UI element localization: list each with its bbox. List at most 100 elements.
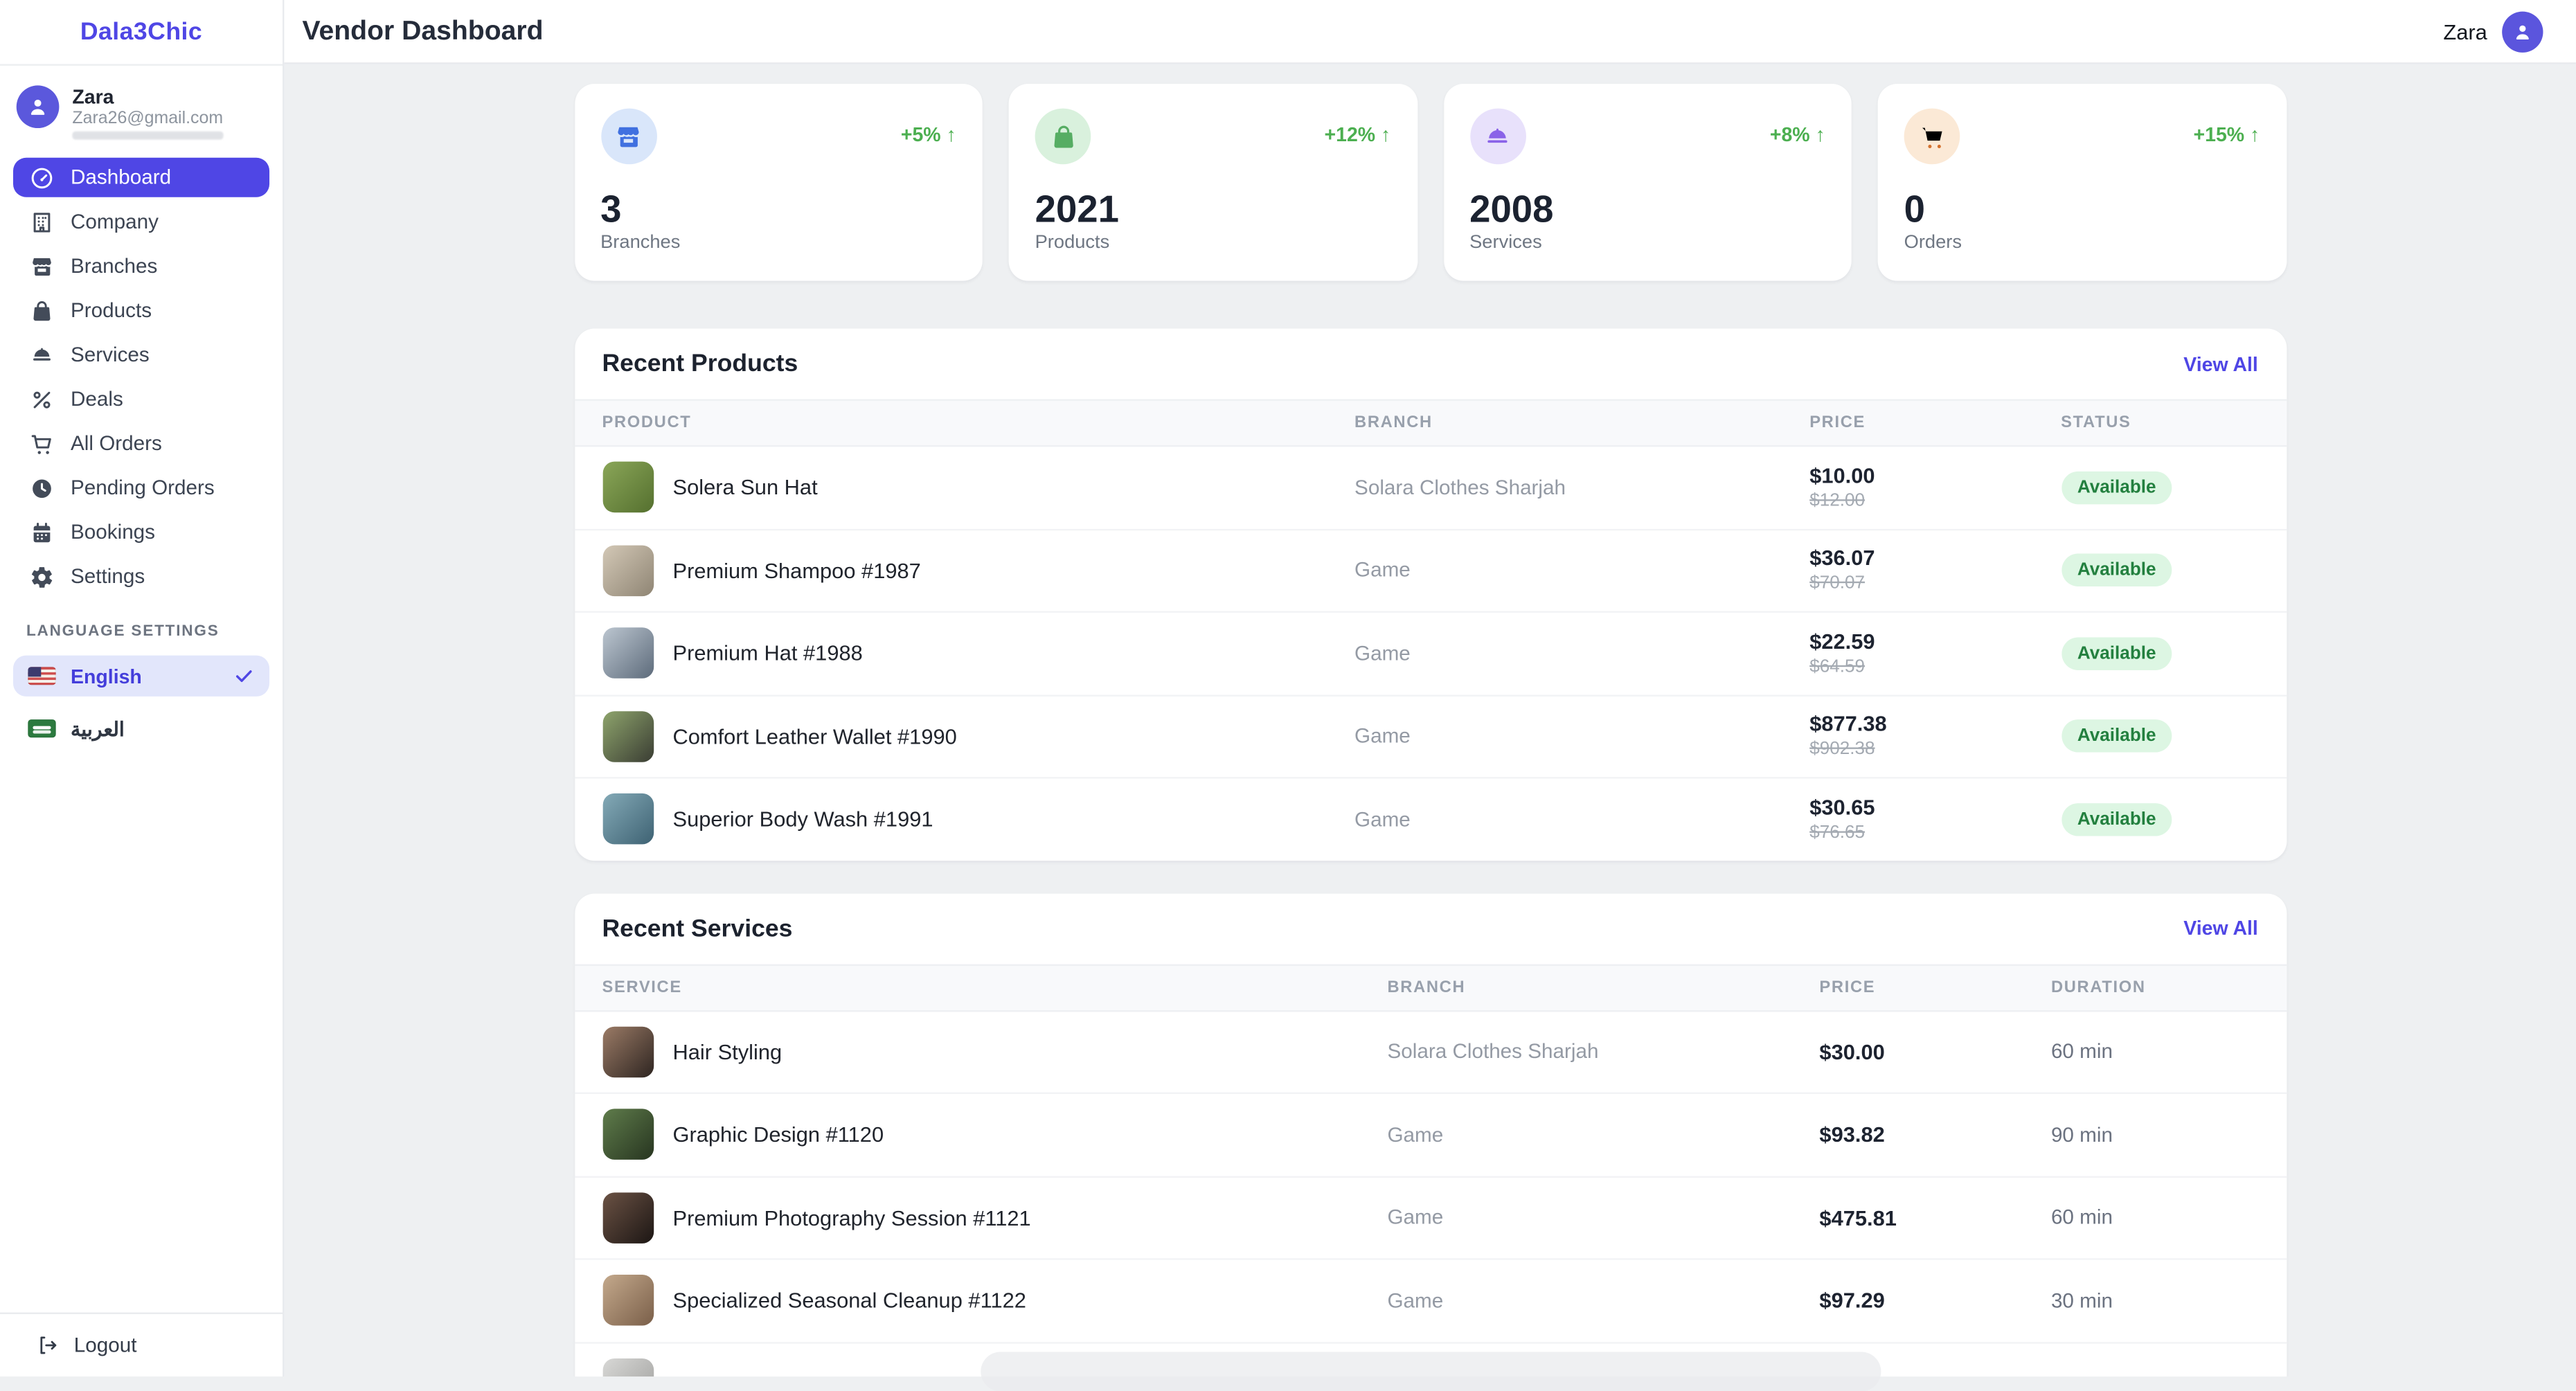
sidebar-item-deals[interactable]: Deals: [13, 379, 269, 419]
column-header-branch: BRANCH: [1354, 414, 1809, 432]
price-cell: $97.29: [1819, 1289, 2051, 1313]
status-badge: Available: [2061, 471, 2172, 503]
product-cell: Superior Body Wash #1991: [602, 793, 1354, 845]
branch-cell: Game: [1387, 1123, 1819, 1146]
sidebar-nav: Dashboard CompanyBranches Products Services…: [0, 150, 283, 601]
language-settings: LANGUAGE SETTINGS English العربية: [0, 622, 283, 760]
sidebar-item-branches[interactable]: Branches: [13, 246, 269, 286]
stat-card-branches: +5% ↑3Branches: [574, 84, 983, 281]
column-header-price: PRICE: [1819, 978, 2051, 996]
language-option-sa[interactable]: العربية: [13, 708, 269, 749]
current-price: $36.07: [1809, 546, 2061, 571]
current-price: $877.38: [1809, 712, 2061, 737]
sidebar-item-label: Bookings: [71, 521, 155, 544]
language-option-us[interactable]: English: [13, 656, 269, 697]
products-view-all-link[interactable]: View All: [2183, 352, 2258, 375]
services-view-all-link[interactable]: View All: [2183, 917, 2258, 940]
trend-badge: +8% ↑: [1770, 123, 1825, 146]
sidebar-item-bookings[interactable]: Bookings: [13, 512, 269, 552]
sidebar: Dala3Chic Zara Zara26@gmail.com Dashboar…: [0, 0, 284, 1376]
content-scroll-area[interactable]: +5% ↑3Branches+12% ↑2021Products+8% ↑200…: [284, 64, 2575, 1377]
person-icon: [26, 96, 49, 118]
storefront-icon: [30, 254, 55, 279]
product-thumbnail: [602, 462, 653, 513]
sidebar-user-card: Zara Zara26@gmail.com: [0, 66, 283, 150]
logout-button[interactable]: Logout: [0, 1313, 283, 1377]
sidebar-item-pending-orders[interactable]: Pending Orders: [13, 468, 269, 508]
service-thumbnail: [602, 1275, 653, 1327]
service-thumbnail: [602, 1026, 653, 1077]
price-cell: $10.00$12.00: [1809, 463, 2061, 512]
topbar-avatar-button[interactable]: [2502, 10, 2543, 51]
gauge-icon: [30, 165, 55, 190]
sidebar-item-settings[interactable]: Settings: [13, 557, 269, 596]
status-cell: Available: [2061, 471, 2258, 503]
storefront-icon: [600, 109, 656, 165]
stat-value: 3: [600, 187, 956, 230]
current-price: $22.59: [1809, 629, 2061, 654]
language-options: English العربية: [0, 656, 283, 749]
service-row: Specialized Seasonal Cleanup #1122Game$9…: [574, 1260, 2286, 1343]
cloche-bell-icon: [1469, 109, 1526, 165]
trend-badge: +5% ↑: [901, 123, 956, 146]
product-cell: Premium Shampoo #1987: [602, 545, 1354, 596]
status-cell: Available: [2061, 803, 2258, 836]
clock-icon: [30, 476, 55, 501]
product-thumbnail: [602, 545, 653, 596]
price-cell: $30.65$76.65: [1809, 795, 2061, 844]
sidebar-item-company[interactable]: Company: [13, 202, 269, 242]
sidebar-item-all-orders[interactable]: All Orders: [13, 424, 269, 463]
stat-card-top: +8% ↑: [1469, 109, 1825, 165]
stat-card-orders: +15% ↑0Orders: [1878, 84, 2287, 281]
shopping-bag-icon: [1035, 109, 1091, 165]
sidebar-item-services[interactable]: Services: [13, 335, 269, 375]
price-cell: $36.07$70.07: [1809, 546, 2061, 595]
user-email: Zara26@gmail.com: [72, 109, 223, 130]
product-row: Superior Body Wash #1991Game$30.65$76.65…: [574, 779, 2286, 860]
sidebar-item-label: Services: [71, 343, 150, 366]
old-price: $70.07: [1809, 572, 2061, 595]
recent-products-title: Recent Products: [602, 350, 798, 377]
top-bar: Vendor Dashboard Zara: [284, 0, 2575, 64]
sidebar-item-products[interactable]: Products: [13, 291, 269, 330]
flag-sa-icon: [28, 719, 55, 737]
product-name: Superior Body Wash #1991: [672, 807, 933, 832]
trend-badge: +15% ↑: [2193, 123, 2260, 146]
old-price: $12.00: [1809, 489, 2061, 512]
sidebar-item-label: Settings: [71, 565, 145, 588]
product-name: Premium Hat #1988: [672, 641, 862, 666]
sidebar-item-dashboard[interactable]: Dashboard: [13, 158, 269, 197]
service-cell: Graphic Design #1120: [602, 1109, 1387, 1160]
service-row: Graphic Design #1120Game$93.8290 min: [574, 1094, 2286, 1177]
stat-value: 0: [1904, 187, 2260, 230]
content-container: +5% ↑3Branches+12% ↑2021Products+8% ↑200…: [574, 64, 2286, 1377]
language-settings-heading: LANGUAGE SETTINGS: [0, 622, 283, 640]
cloche-bell-icon: [30, 343, 55, 368]
app-screen: Dala3Chic Zara Zara26@gmail.com Dashboar…: [0, 0, 2576, 1376]
sidebar-item-label: Dashboard: [71, 166, 171, 189]
sidebar-item-label: Pending Orders: [71, 476, 215, 499]
person-icon: [2512, 21, 2533, 42]
trend-badge: +12% ↑: [1324, 123, 1390, 146]
flag-us-icon: [28, 667, 55, 685]
stat-card-top: +12% ↑: [1035, 109, 1391, 165]
topbar-user-name: Zara: [2443, 19, 2487, 44]
user-meta: Zara Zara26@gmail.com: [72, 85, 223, 139]
sidebar-item-label: All Orders: [71, 432, 162, 455]
service-name: Specialized Seasonal Cleanup #1122: [672, 1289, 1026, 1313]
language-label: العربية: [71, 717, 255, 740]
product-row: Comfort Leather Wallet #1990Game$877.38$…: [574, 696, 2286, 779]
sidebar-item-label: Deals: [71, 388, 123, 411]
branch-cell: Game: [1354, 559, 1809, 582]
old-price: $76.65: [1809, 821, 2061, 844]
duration-cell: 60 min: [2051, 1040, 2258, 1063]
product-thumbnail: [602, 711, 653, 762]
product-name: Solera Sun Hat: [672, 475, 817, 500]
product-cell: Solera Sun Hat: [602, 462, 1354, 513]
brand-logo: Dala3Chic: [0, 0, 283, 66]
branch-cell: Game: [1354, 642, 1809, 665]
stat-cards: +5% ↑3Branches+12% ↑2021Products+8% ↑200…: [574, 84, 2286, 281]
product-thumbnail: [602, 628, 653, 679]
service-name: Hair Styling: [672, 1039, 782, 1064]
stat-card-products: +12% ↑2021Products: [1009, 84, 1417, 281]
